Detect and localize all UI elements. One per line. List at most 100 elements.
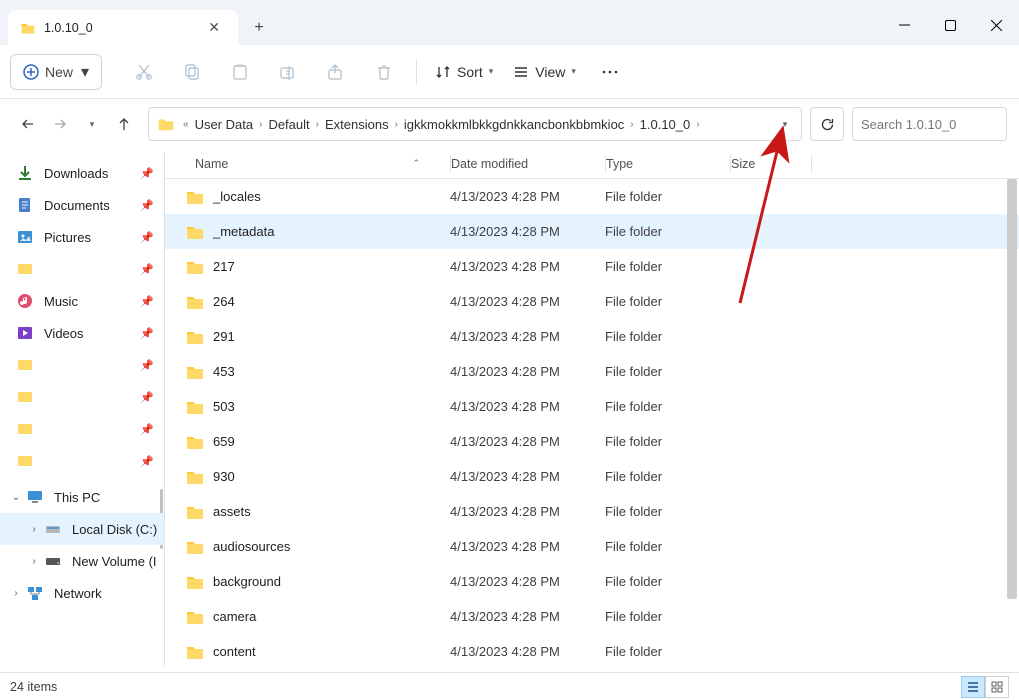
search-box[interactable] <box>852 107 1007 141</box>
sidebar-quick-item[interactable]: 📌 <box>0 445 164 477</box>
delete-button[interactable] <box>364 54 404 90</box>
file-type: File folder <box>605 399 730 414</box>
pictures-icon <box>16 228 34 246</box>
expand-icon[interactable]: › <box>28 556 40 567</box>
recent-button[interactable]: ▾ <box>76 108 108 140</box>
file-type: File folder <box>605 259 730 274</box>
pin-icon: 📌 <box>140 327 154 340</box>
breadcrumb-item[interactable]: User Data <box>191 117 258 132</box>
paste-button[interactable] <box>220 54 260 90</box>
file-date: 4/13/2023 4:28 PM <box>450 399 605 414</box>
file-date: 4/13/2023 4:28 PM <box>450 539 605 554</box>
pin-icon: 📌 <box>140 455 154 468</box>
file-row[interactable]: content4/13/2023 4:28 PMFile folder <box>165 634 1019 669</box>
network-icon <box>26 584 44 602</box>
file-row[interactable]: camera4/13/2023 4:28 PMFile folder <box>165 599 1019 634</box>
close-tab-icon[interactable]: ✕ <box>202 17 226 38</box>
file-row[interactable]: 9304/13/2023 4:28 PMFile folder <box>165 459 1019 494</box>
address-dropdown-button[interactable]: ▾ <box>769 119 801 130</box>
window-tab[interactable]: 1.0.10_0 ✕ <box>8 10 238 45</box>
new-tab-button[interactable]: + <box>244 13 274 43</box>
file-name: camera <box>213 609 450 624</box>
blur-icon <box>16 260 34 278</box>
sidebar-item-label: Downloads <box>44 166 108 181</box>
share-button[interactable] <box>316 54 356 90</box>
view-button[interactable]: View ▾ <box>503 54 586 90</box>
sidebar-quick-item[interactable]: Videos📌 <box>0 317 164 349</box>
file-row[interactable]: background4/13/2023 4:28 PMFile folder <box>165 564 1019 599</box>
file-row[interactable]: 2174/13/2023 4:28 PMFile folder <box>165 249 1019 284</box>
arrow-left-icon <box>20 116 36 132</box>
sidebar-tree-item[interactable]: › New Volume (I <box>0 545 164 577</box>
refresh-button[interactable] <box>810 107 844 141</box>
expand-icon[interactable]: ⌄ <box>10 492 22 503</box>
expand-icon[interactable]: › <box>28 524 40 535</box>
file-date: 4/13/2023 4:28 PM <box>450 504 605 519</box>
more-button[interactable] <box>590 54 630 90</box>
content-scrollbar[interactable] <box>1007 179 1017 669</box>
file-row[interactable]: assets4/13/2023 4:28 PMFile folder <box>165 494 1019 529</box>
minimize-button[interactable] <box>881 5 927 45</box>
close-window-button[interactable] <box>973 5 1019 45</box>
file-date: 4/13/2023 4:28 PM <box>450 364 605 379</box>
sidebar-item-label: New Volume (I <box>72 554 157 569</box>
file-date: 4/13/2023 4:28 PM <box>450 469 605 484</box>
sidebar-quick-item[interactable]: Documents📌 <box>0 189 164 221</box>
item-count: 24 items <box>10 680 57 694</box>
forward-button[interactable] <box>44 108 76 140</box>
sidebar-quick-item[interactable]: Downloads📌 <box>0 157 164 189</box>
sidebar-quick-item[interactable]: 📌 <box>0 253 164 285</box>
sidebar-tree-item[interactable]: ›Local Disk (C:) <box>0 513 164 545</box>
file-row[interactable]: 4534/13/2023 4:28 PMFile folder <box>165 354 1019 389</box>
up-button[interactable] <box>108 108 140 140</box>
file-row[interactable]: _locales4/13/2023 4:28 PMFile folder <box>165 179 1019 214</box>
pin-icon: 📌 <box>140 391 154 404</box>
file-row[interactable]: 2644/13/2023 4:28 PMFile folder <box>165 284 1019 319</box>
document-icon <box>16 196 34 214</box>
cut-button[interactable] <box>124 54 164 90</box>
file-name: 930 <box>213 469 450 484</box>
sidebar-quick-item[interactable]: Pictures📌 <box>0 221 164 253</box>
rename-button[interactable] <box>268 54 308 90</box>
file-name: assets <box>213 504 450 519</box>
overflow-icon[interactable]: « <box>181 119 191 130</box>
expand-icon[interactable]: › <box>10 588 22 599</box>
search-input[interactable] <box>861 117 1019 132</box>
sidebar-tree-item[interactable]: ›Network <box>0 577 164 609</box>
breadcrumb-item[interactable]: Default <box>264 117 313 132</box>
thumbnails-view-button[interactable] <box>985 676 1009 698</box>
file-row[interactable]: 6594/13/2023 4:28 PMFile folder <box>165 424 1019 459</box>
toolbar: New ▾ Sort ▾ View ▾ <box>0 45 1019 99</box>
column-type[interactable]: Type <box>606 157 730 171</box>
address-bar[interactable]: « User Data › Default › Extensions › igk… <box>148 107 802 141</box>
sidebar-quick-item[interactable]: 📌 <box>0 349 164 381</box>
file-row[interactable]: 2914/13/2023 4:28 PMFile folder <box>165 319 1019 354</box>
sidebar-quick-item[interactable]: 📌 <box>0 413 164 445</box>
sidebar-tree-item[interactable]: ⌄This PC <box>0 481 164 513</box>
details-view-button[interactable] <box>961 676 985 698</box>
breadcrumb-item[interactable]: 1.0.10_0 <box>636 117 695 132</box>
sidebar-quick-item[interactable]: 📌 <box>0 381 164 413</box>
breadcrumb-item[interactable]: Extensions <box>321 117 393 132</box>
column-name[interactable]: Name⌃ <box>165 157 450 171</box>
column-size[interactable]: Size <box>731 157 811 171</box>
file-date: 4/13/2023 4:28 PM <box>450 609 605 624</box>
maximize-button[interactable] <box>927 5 973 45</box>
folder-icon <box>185 187 205 207</box>
copy-button[interactable] <box>172 54 212 90</box>
file-type: File folder <box>605 469 730 484</box>
file-name: content <box>213 644 450 659</box>
new-button[interactable]: New ▾ <box>10 54 102 90</box>
file-row[interactable]: audiosources4/13/2023 4:28 PMFile folder <box>165 529 1019 564</box>
column-date[interactable]: Date modified <box>451 157 605 171</box>
download-icon <box>16 164 34 182</box>
back-button[interactable] <box>12 108 44 140</box>
chevron-right-icon: › <box>257 119 264 130</box>
file-row[interactable]: 5034/13/2023 4:28 PMFile folder <box>165 389 1019 424</box>
ellipsis-icon <box>601 63 619 81</box>
file-row[interactable]: _metadata4/13/2023 4:28 PMFile folder <box>165 214 1019 249</box>
breadcrumb-item[interactable]: igkkmokkmlbkkgdnkkancbonkbbmkioc <box>400 117 628 132</box>
sidebar-quick-item[interactable]: Music📌 <box>0 285 164 317</box>
sort-button[interactable]: Sort ▾ <box>425 54 503 90</box>
file-list: _locales4/13/2023 4:28 PMFile folder_met… <box>165 179 1019 669</box>
